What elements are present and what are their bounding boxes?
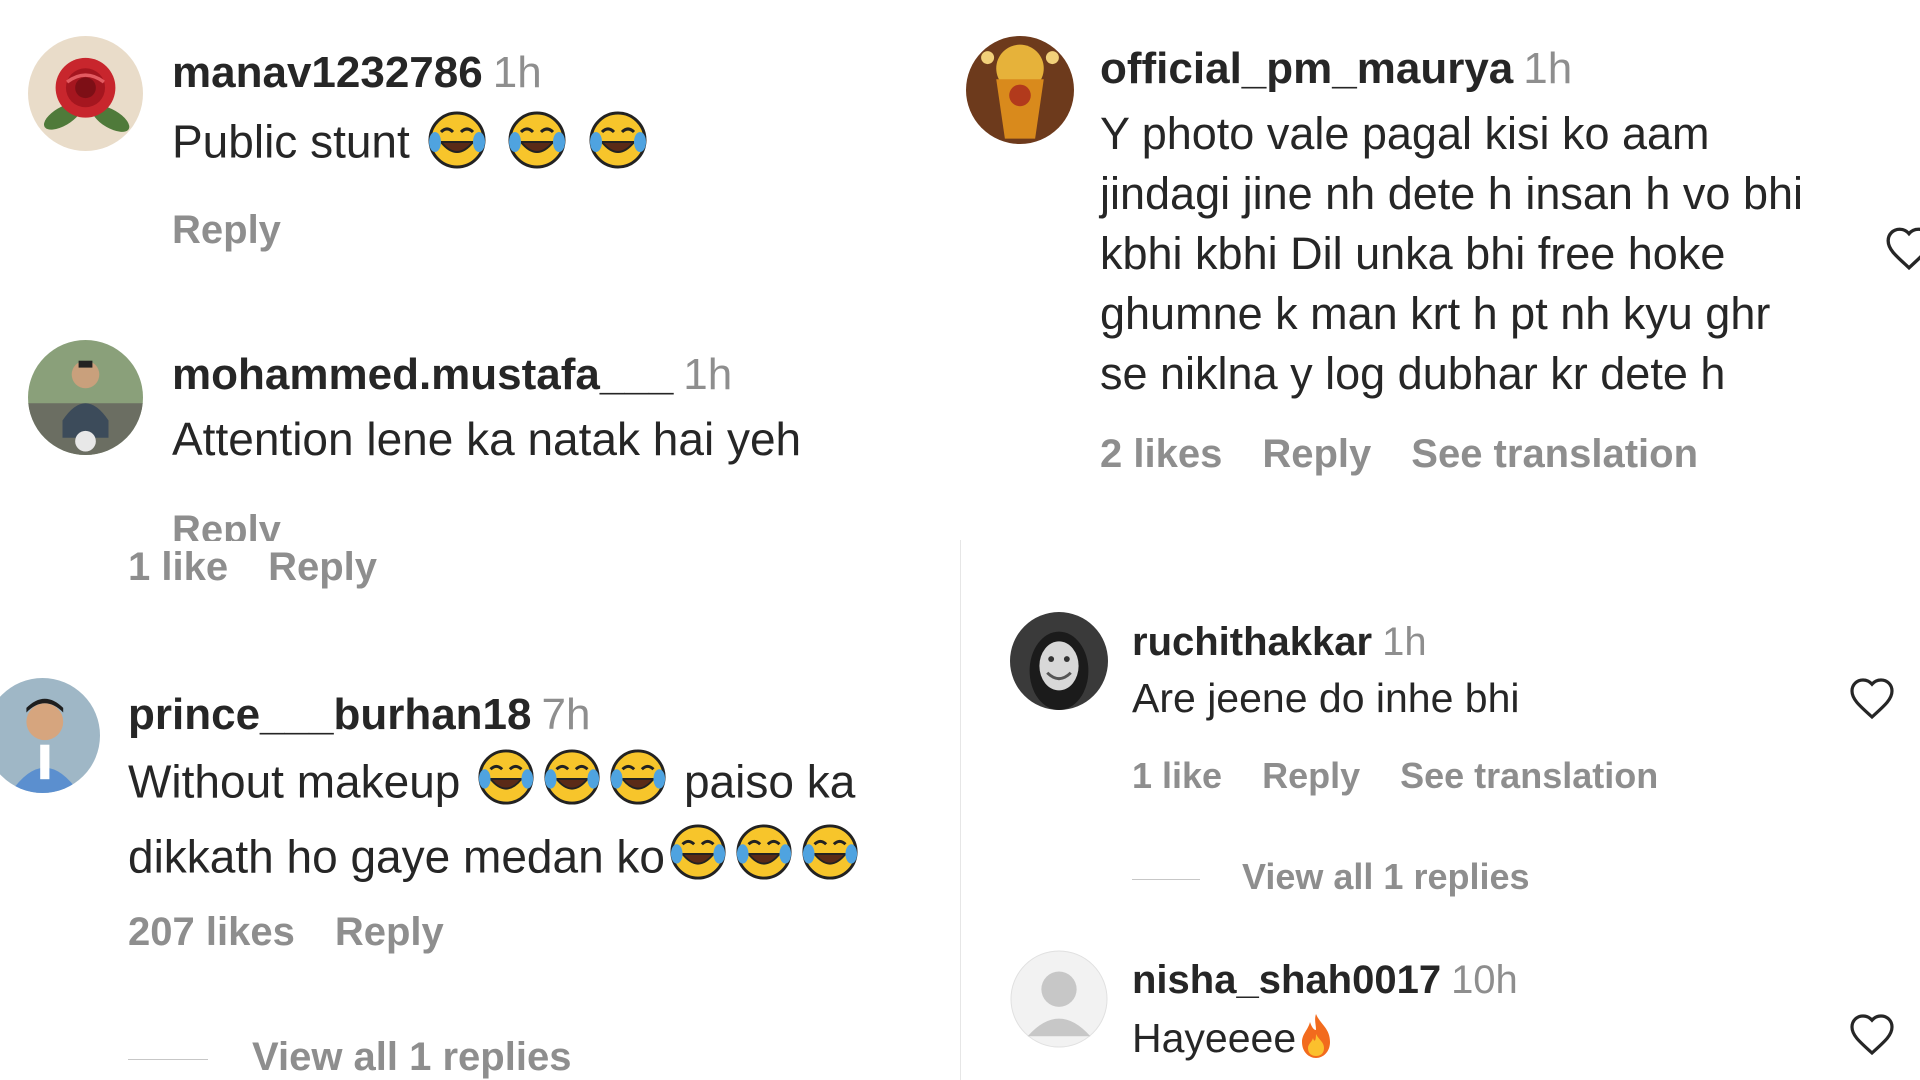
reply-button[interactable]: Reply [268,545,377,589]
username[interactable]: prince___burhan18 [128,690,532,739]
timestamp: 1h [1382,620,1427,664]
likes-count[interactable]: 1 like [1132,755,1222,796]
see-translation-button[interactable]: See translation [1411,432,1698,476]
tears-of-joy-emoji-icon [588,110,648,181]
clipped-row: Reply [0,505,960,541]
comment-header: official_pm_maurya 1h [1100,44,1572,94]
comment-header: ruchithakkar 1h [1132,620,1427,665]
tears-of-joy-emoji-icon [609,748,667,823]
avatar-rose[interactable] [28,36,143,151]
likes-count[interactable]: 2 likes [1100,432,1222,476]
view-replies-label: View all 1 replies [1242,856,1530,897]
comments-collage: manav1232786 1h Public stunt Reply moham… [0,0,1920,1080]
column-divider [960,540,961,1080]
replies-line [1132,878,1200,880]
username[interactable]: ruchithakkar [1132,620,1372,664]
see-translation-button[interactable]: See translation [1400,755,1658,796]
likes-count[interactable]: 1 like [128,545,228,589]
comment-actions: Reply [172,508,321,541]
likes-count[interactable]: 207 likes [128,910,295,954]
comment-header: prince___burhan18 7h [128,690,590,740]
comment-text-line: Hayeeee [1132,1014,1297,1061]
comment-header: mohammed.mustafa___ 1h [172,350,732,400]
comment-text-line: jindagi jine nh dete h insan h vo bhi [1100,168,1804,219]
tears-of-joy-emoji-icon [669,823,727,898]
username[interactable]: nisha_shah0017 [1132,958,1441,1002]
heart-icon[interactable] [1848,1012,1896,1056]
timestamp: 1h [683,350,733,399]
tears-of-joy-emoji-icon [427,110,487,181]
comment-text: Y photo vale pagal kisi ko aam jindagi j… [1100,104,1803,404]
view-replies-button[interactable]: View all 1 replies [128,1035,571,1080]
timestamp: 7h [541,690,591,739]
view-replies-label: View all 1 replies [252,1035,572,1079]
comment-text-line: ghumne k man krt h pt nh kyu ghr [1100,288,1771,339]
comment-actions: Reply [172,208,321,253]
username[interactable]: mohammed.mustafa___ [172,350,673,399]
comment-text-part: dikkath ho gaye medan ko [128,830,666,883]
comment-text-line: Public stunt [172,115,410,168]
username[interactable]: manav1232786 [172,48,483,97]
comment-text: Hayeeee [1132,1012,1340,1070]
timestamp: 1h [1523,44,1573,93]
comment-text: Public stunt [172,110,652,181]
comment-text-line: se niklna y log dubhar kr dete h [1100,348,1726,399]
reply-button[interactable]: Reply [172,208,281,252]
reply-button[interactable]: Reply [1262,432,1371,476]
reply-button[interactable]: Reply [335,910,444,954]
replies-line [128,1058,208,1060]
view-replies-button[interactable]: View all 1 replies [1132,856,1530,898]
avatar-rider[interactable] [28,340,143,455]
avatar-default-profile-icon[interactable] [1010,950,1108,1048]
comment-text: Are jeene do inhe bhi [1132,675,1520,722]
timestamp: 10h [1451,958,1518,1002]
tears-of-joy-emoji-icon [477,748,535,823]
reply-button[interactable]: Reply [1262,755,1360,796]
comment-text-line: Y photo vale pagal kisi ko aam [1100,108,1710,159]
username[interactable]: official_pm_maurya [1100,44,1513,93]
timestamp: 1h [492,48,542,97]
tears-of-joy-emoji-icon [801,823,859,898]
reply-button[interactable]: Reply [172,508,281,541]
comment-actions: 1 like Reply [128,545,417,590]
comment-actions: 2 likes Reply See translation [1100,432,1738,477]
tears-of-joy-emoji-icon [543,748,601,823]
comment-text-part: Without makeup [128,755,461,808]
comment-header: manav1232786 1h [172,48,542,98]
comment-text-line: Attention lene ka natak hai yeh [172,413,802,465]
comment-header: nisha_shah0017 10h [1132,958,1518,1003]
tears-of-joy-emoji-icon [507,110,567,181]
tears-of-joy-emoji-icon [735,823,793,898]
heart-icon[interactable] [1848,676,1896,720]
fire-emoji-icon [1296,1012,1336,1070]
comment-text-line: kbhi kbhi Dil unka bhi free hoke [1100,228,1726,279]
heart-icon[interactable] [1884,225,1920,271]
comment-text: Without makeup paiso ka dikkath ho gaye … [128,748,863,898]
comment-actions: 207 likes Reply [128,910,484,955]
comment-actions: 1 like Reply See translation [1132,755,1698,797]
avatar-woman[interactable] [1010,612,1108,710]
comment-text-line: Are jeene do inhe bhi [1132,675,1520,721]
avatar-man[interactable] [0,678,100,793]
avatar-deity[interactable] [966,36,1074,144]
comment-text-part: paiso ka [683,755,856,808]
comment-text: Attention lene ka natak hai yeh [172,412,801,466]
